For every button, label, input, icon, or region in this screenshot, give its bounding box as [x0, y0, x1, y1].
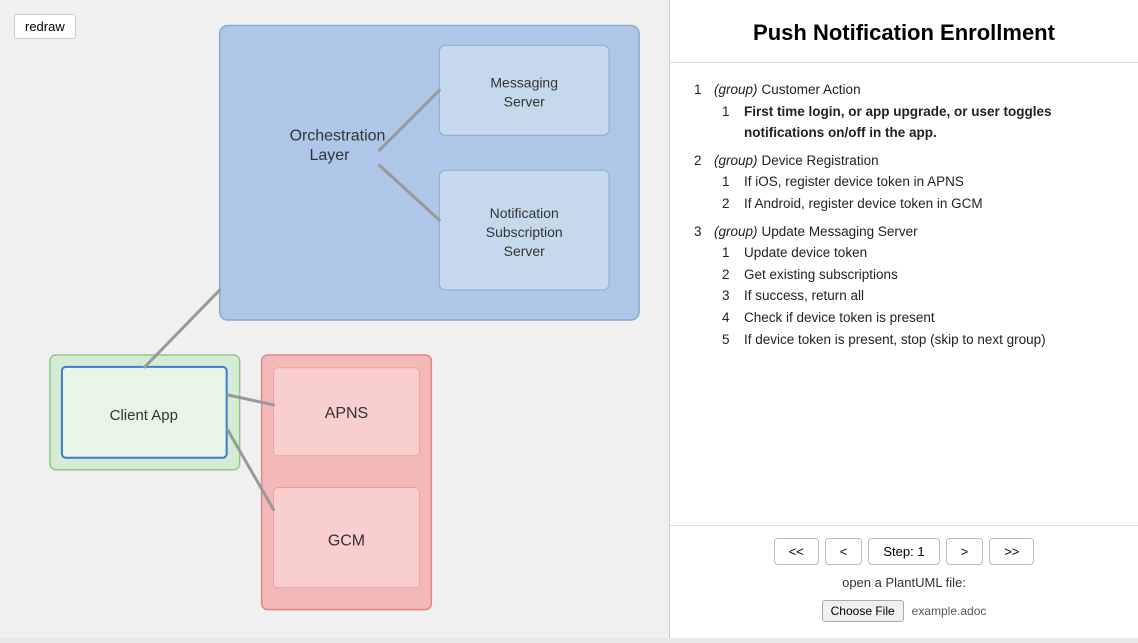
right-panel: Push Notification Enrollment 1 (group) C… — [670, 0, 1138, 638]
sub-step-num-3-4: 4 — [722, 307, 738, 329]
sub-step-3-4: 4 Check if device token is present — [722, 307, 1114, 329]
next-button[interactable]: > — [946, 538, 984, 565]
sub-step-2-1: 1 If iOS, register device token in APNS — [722, 171, 1114, 193]
svg-text:Notification: Notification — [490, 205, 559, 221]
step-group-2: 2 (group) Device Registration 1 If iOS, … — [694, 150, 1114, 215]
first-button[interactable]: << — [774, 538, 819, 565]
step-group-label-3: 3 (group) Update Messaging Server — [694, 221, 1114, 243]
svg-text:Subscription: Subscription — [486, 224, 563, 240]
sub-step-text-1-1: First time login, or app upgrade, or use… — [744, 101, 1114, 144]
sub-step-1-1: 1 First time login, or app upgrade, or u… — [722, 101, 1114, 144]
sub-step-text-2-2: If Android, register device token in GCM — [744, 193, 983, 215]
file-prompt-label: open a PlantUML file: — [842, 575, 966, 590]
svg-text:GCM: GCM — [328, 533, 365, 550]
svg-text:Server: Server — [504, 93, 545, 109]
file-row: open a PlantUML file: — [842, 575, 966, 590]
step-group-label-1: 1 (group) Customer Action — [694, 79, 1114, 101]
step-num-1: 1 — [694, 79, 710, 101]
sub-step-text-2-1: If iOS, register device token in APNS — [744, 171, 964, 193]
page-title: Push Notification Enrollment — [670, 0, 1138, 63]
redraw-button[interactable]: redraw — [14, 14, 76, 39]
step-group-name-3: Update Messaging Server — [762, 221, 918, 243]
sub-step-text-3-5: If device token is present, stop (skip t… — [744, 329, 1046, 351]
svg-text:Client App: Client App — [110, 407, 178, 424]
file-name-label: example.adoc — [912, 604, 987, 618]
step-group-tag-2: (group) — [714, 150, 758, 172]
step-indicator: Step: 1 — [868, 538, 939, 565]
sub-step-3-5: 5 If device token is present, stop (skip… — [722, 329, 1114, 351]
file-input-row: Choose File example.adoc — [822, 600, 987, 622]
diagram-panel: redraw Orchestration Layer Messaging Ser… — [0, 0, 670, 638]
sub-step-3-2: 2 Get existing subscriptions — [722, 264, 1114, 286]
sub-step-num-2-2: 2 — [722, 193, 738, 215]
prev-button[interactable]: < — [825, 538, 863, 565]
bottom-controls: << < Step: 1 > >> open a PlantUML file: … — [670, 526, 1138, 638]
diagram-area: Orchestration Layer Messaging Server Not… — [0, 0, 669, 638]
sub-steps-2: 1 If iOS, register device token in APNS … — [722, 171, 1114, 214]
sub-step-text-3-3: If success, return all — [744, 285, 864, 307]
step-num-2: 2 — [694, 150, 710, 172]
sub-step-2-2: 2 If Android, register device token in G… — [722, 193, 1114, 215]
step-group-label-2: 2 (group) Device Registration — [694, 150, 1114, 172]
sub-step-num-3-5: 5 — [722, 329, 738, 351]
sub-step-num-3-3: 3 — [722, 285, 738, 307]
sub-steps-3: 1 Update device token 2 Get existing sub… — [722, 242, 1114, 350]
step-num-3: 3 — [694, 221, 710, 243]
choose-file-button[interactable]: Choose File — [822, 600, 904, 622]
step-group-3: 3 (group) Update Messaging Server 1 Upda… — [694, 221, 1114, 351]
step-group-name-1: Customer Action — [762, 79, 861, 101]
step-group-name-2: Device Registration — [762, 150, 879, 172]
svg-text:Layer: Layer — [310, 147, 351, 164]
step-group-tag-3: (group) — [714, 221, 758, 243]
step-group-1: 1 (group) Customer Action 1 First time l… — [694, 79, 1114, 144]
sub-step-num-3-1: 1 — [722, 242, 738, 264]
sub-steps-1: 1 First time login, or app upgrade, or u… — [722, 101, 1114, 144]
sub-step-num-1-1: 1 — [722, 101, 738, 144]
sub-step-text-3-4: Check if device token is present — [744, 307, 935, 329]
sub-step-text-3-2: Get existing subscriptions — [744, 264, 898, 286]
sub-step-3-1: 1 Update device token — [722, 242, 1114, 264]
steps-container: 1 (group) Customer Action 1 First time l… — [670, 63, 1138, 526]
step-group-tag-1: (group) — [714, 79, 758, 101]
svg-text:APNS: APNS — [325, 405, 369, 422]
sub-step-num-3-2: 2 — [722, 264, 738, 286]
svg-text:Server: Server — [504, 243, 545, 259]
sub-step-3-3: 3 If success, return all — [722, 285, 1114, 307]
svg-text:Orchestration: Orchestration — [290, 127, 386, 144]
sub-step-num-2-1: 1 — [722, 171, 738, 193]
sub-step-text-3-1: Update device token — [744, 242, 867, 264]
svg-text:Messaging: Messaging — [490, 74, 558, 90]
nav-buttons: << < Step: 1 > >> — [774, 538, 1035, 565]
last-button[interactable]: >> — [989, 538, 1034, 565]
